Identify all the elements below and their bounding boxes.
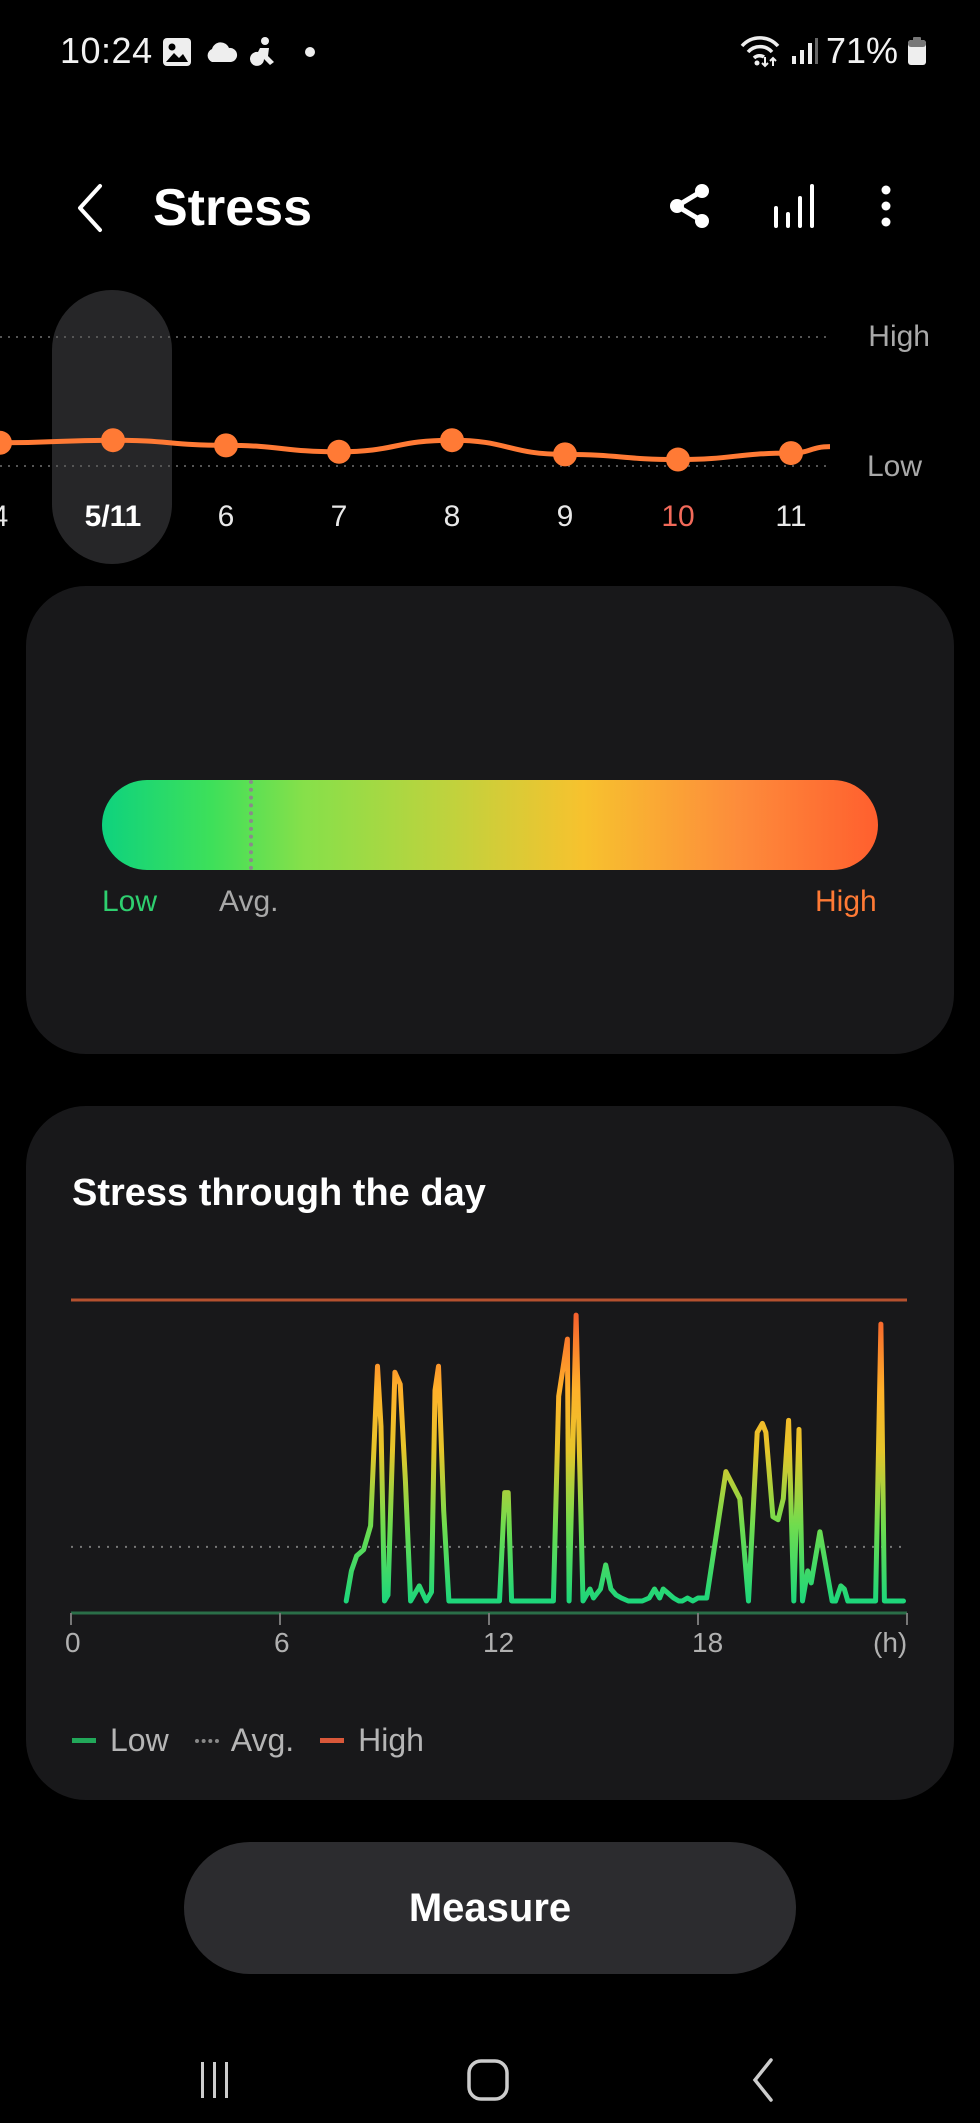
stress-series-line	[343, 1312, 906, 1604]
cloud-icon	[207, 42, 238, 62]
chevron-left-icon	[78, 184, 102, 232]
weekly-data-point[interactable]	[666, 447, 690, 472]
battery-percent: 71%	[825, 30, 898, 71]
weekly-data-point[interactable]	[553, 442, 577, 467]
weekly-data-point[interactable]	[214, 433, 238, 458]
share-button[interactable]	[662, 178, 718, 234]
wifi-icon	[740, 36, 780, 68]
day-label[interactable]: 9	[557, 500, 574, 534]
measure-button[interactable]: Measure	[184, 1842, 796, 1974]
status-bar: 10:24 71%	[0, 0, 980, 105]
share-icon	[670, 184, 709, 228]
axis-label-high: High	[868, 320, 930, 353]
weekly-line-plot	[0, 336, 831, 472]
weekly-data-point[interactable]	[101, 428, 125, 453]
day-label[interactable]: 4	[0, 500, 8, 534]
battery-icon	[908, 37, 926, 65]
back-button[interactable]	[70, 180, 110, 236]
gauge-high-label: High	[815, 885, 877, 918]
day-stress-chart[interactable]	[0, 1280, 980, 1640]
recent-apps-icon	[201, 2062, 228, 2098]
x-tick-label: 6	[274, 1627, 290, 1658]
more-options-button[interactable]	[858, 178, 914, 234]
recent-apps-button[interactable]	[185, 2050, 245, 2110]
day-label[interactable]: 10	[661, 500, 694, 534]
x-tick-label: 12	[483, 1627, 515, 1658]
trends-icon	[774, 184, 814, 228]
legend-avg-label: Avg.	[230, 1722, 295, 1758]
weekly-data-point[interactable]	[440, 428, 464, 453]
home-button[interactable]	[458, 2050, 518, 2110]
app-bar: Stress	[0, 160, 980, 250]
weekly-data-point[interactable]	[779, 441, 803, 466]
more-options-icon	[881, 185, 891, 227]
stress-level-gauge	[102, 780, 878, 870]
accessibility-icon	[250, 37, 274, 66]
x-tick-label: 0	[65, 1627, 81, 1658]
legend-high-label: High	[358, 1722, 424, 1758]
day-label[interactable]: 8	[444, 500, 461, 534]
day-label[interactable]: 5/11	[85, 500, 142, 534]
system-icons: 71%	[738, 30, 928, 72]
gauge-average-marker	[249, 780, 254, 870]
day-chart-title: Stress through the day	[72, 1172, 486, 1214]
day-chart-legend: Low Avg. High	[72, 1722, 424, 1759]
legend-avg-swatch	[194, 1738, 219, 1743]
legend-high-swatch	[320, 1738, 345, 1743]
trends-button[interactable]	[766, 178, 822, 234]
back-icon	[752, 2058, 773, 2102]
legend-low-label: Low	[110, 1722, 169, 1758]
nav-back-button[interactable]	[733, 2050, 793, 2110]
weekly-data-point[interactable]	[0, 430, 12, 455]
gallery-icon	[163, 38, 191, 66]
x-tick-label: 18	[692, 1627, 724, 1658]
gauge-avg-label: Avg.	[219, 885, 279, 918]
page-title: Stress	[153, 179, 312, 237]
system-navigation-bar	[0, 2040, 980, 2120]
status-time: 10:24	[60, 30, 153, 71]
dot-icon	[305, 47, 315, 57]
legend-low-swatch	[72, 1738, 96, 1743]
weekly-data-point[interactable]	[327, 439, 351, 464]
x-tick-label: (h)	[873, 1627, 908, 1658]
weekly-stress-chart[interactable]: 4 5/11 6 7 8 9 10 11 High Low	[0, 290, 980, 570]
day-label[interactable]: 7	[331, 500, 348, 534]
notification-icons	[162, 36, 320, 68]
axis-label-low: Low	[866, 450, 922, 483]
day-label[interactable]: 11	[775, 500, 806, 534]
day-label[interactable]: 6	[218, 500, 235, 534]
home-icon	[467, 2059, 509, 2101]
signal-icon	[791, 38, 818, 64]
gauge-low-label: Low	[102, 885, 158, 918]
